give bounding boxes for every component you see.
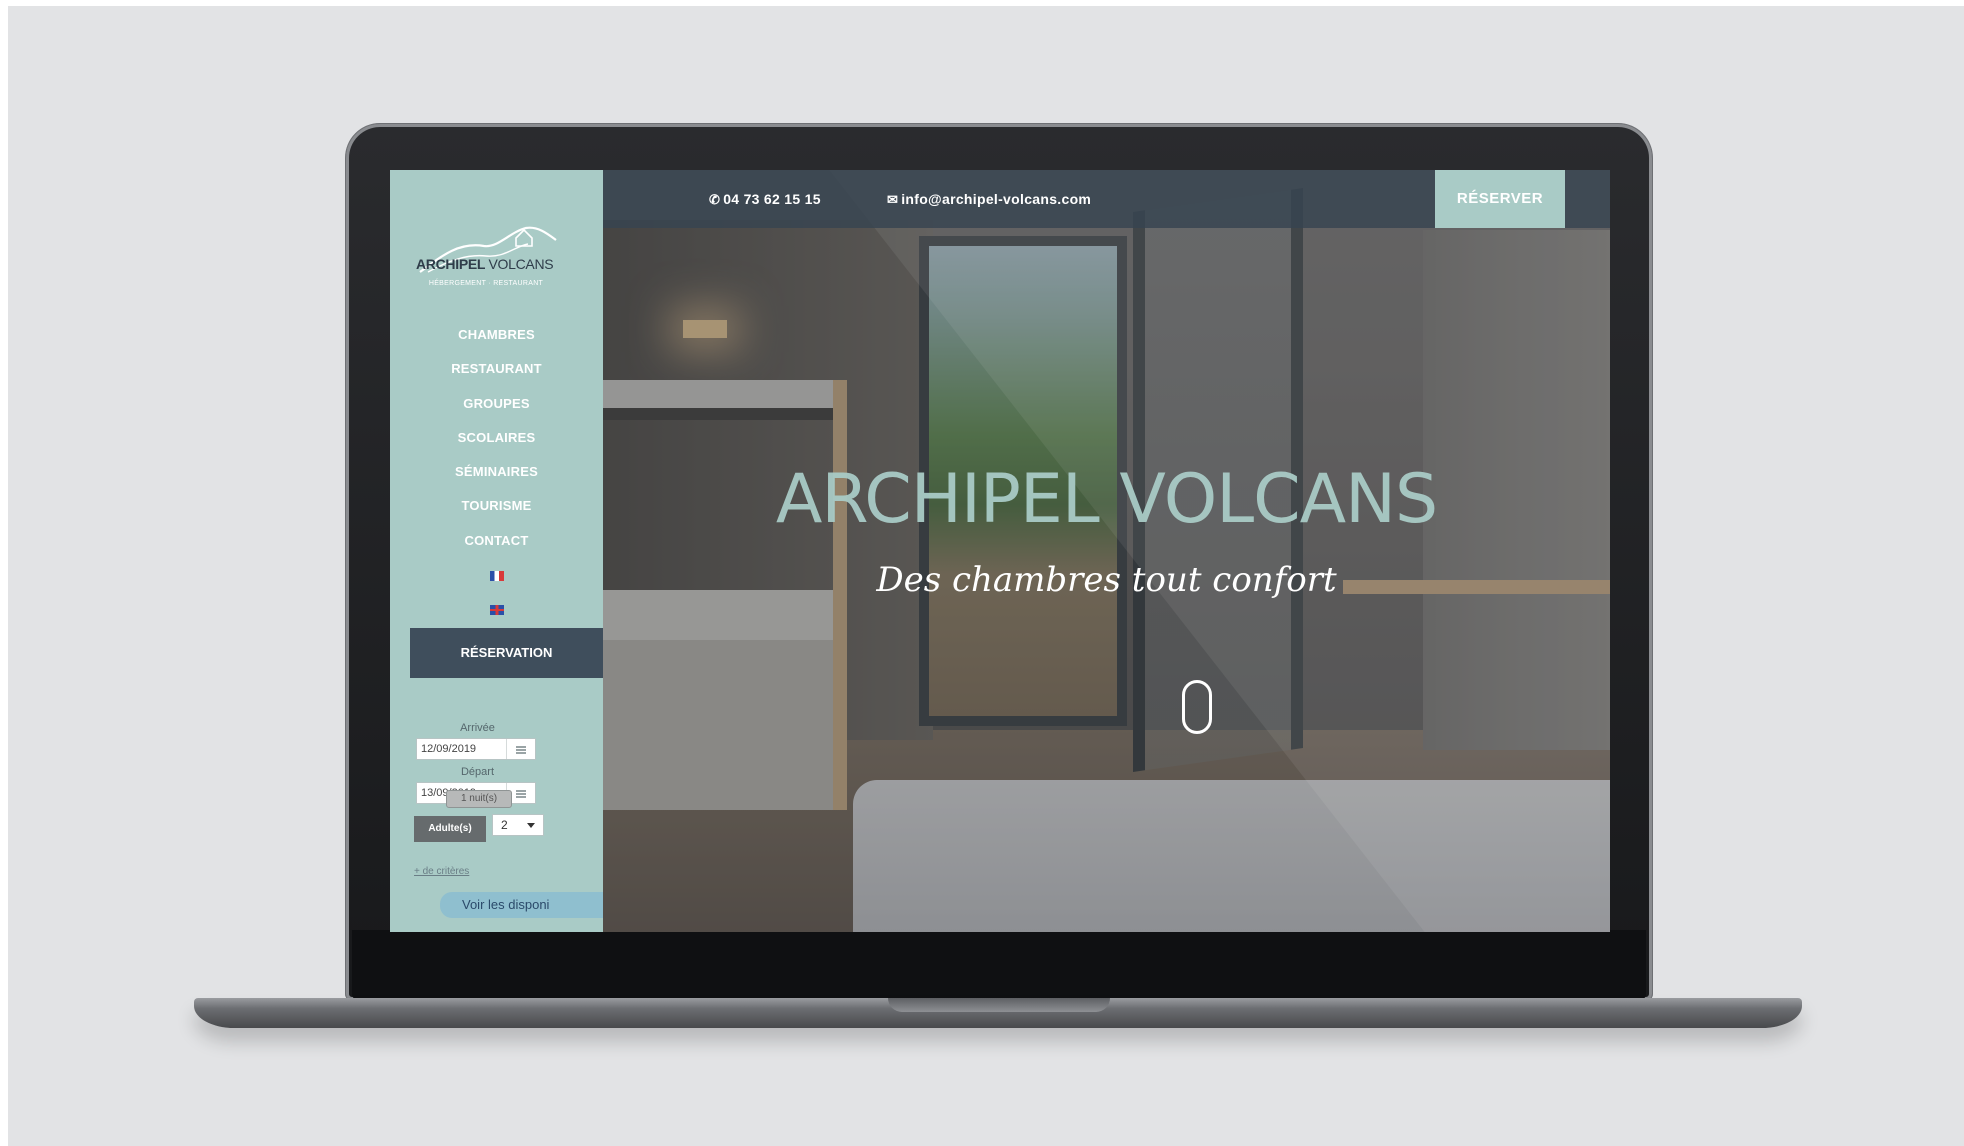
phone-icon: ✆ [709,192,721,207]
main-nav: CHAMBRES RESTAURANT GROUPES SCOLAIRES SÉ… [390,318,603,627]
arrival-label: Arrivée [460,722,495,734]
departure-label: Départ [460,766,495,778]
flag-en-icon [489,604,504,615]
more-criteria-link[interactable]: + de critères [414,866,469,877]
nights-count: 1 nuit(s) [446,790,512,808]
mouse-scroll-icon[interactable] [1182,680,1212,734]
phone-link[interactable]: ✆ 04 73 62 15 15 [709,170,821,228]
book-button[interactable]: RÉSERVER [1435,170,1565,228]
language-fr[interactable] [390,558,603,592]
brand-tagline: HÉBERGEMENT · RESTAURANT [428,280,544,287]
reservation-title: RÉSERVATION [410,628,603,678]
nav-item-contact[interactable]: CONTACT [390,524,603,558]
adults-value: 2 [501,818,508,832]
check-availability-button[interactable]: Voir les disponi [440,892,603,918]
brand-name-light: VOLCANS [488,256,554,272]
flag-fr-icon [489,570,504,581]
top-bar: ✆ 04 73 62 15 15 ✉ info@archipel-volcans.c… [603,170,1610,228]
hero-section: ✆ 04 73 62 15 15 ✉ info@archipel-volcans.c… [603,170,1610,932]
brand-name-bold: ARCHIPEL [416,256,485,272]
envelope-icon: ✉ [887,192,899,207]
laptop-bezel [352,930,1646,1000]
phone-number: 04 73 62 15 15 [723,191,821,207]
sidebar: ARCHIPEL VOLCANS HÉBERGEMENT · RESTAURAN… [390,170,603,932]
hero-title: ARCHIPEL VOLCANS [775,460,1438,539]
nav-item-groupes[interactable]: GROUPES [390,387,603,421]
email-link[interactable]: ✉ info@archipel-volcans.com [887,170,1091,228]
nav-item-chambres[interactable]: CHAMBRES [390,318,603,352]
brand-name[interactable]: ARCHIPEL VOLCANS [416,256,556,272]
adults-label: Adulte(s) [414,816,486,842]
email-address: info@archipel-volcans.com [901,191,1092,207]
arrival-date-input[interactable]: 12/09/2019 [416,738,536,760]
nav-item-seminaires[interactable]: SÉMINAIRES [390,455,603,489]
arrival-date-value: 12/09/2019 [421,743,477,755]
hero-subtitle: Des chambres tout confort [876,560,1337,600]
adults-select[interactable]: 2 [492,814,544,836]
nav-item-restaurant[interactable]: RESTAURANT [390,352,603,386]
language-en[interactable] [390,592,603,626]
calendar-icon[interactable] [506,739,535,759]
nav-item-tourisme[interactable]: TOURISME [390,489,603,523]
nav-item-scolaires[interactable]: SCOLAIRES [390,421,603,455]
laptop-notch [888,998,1110,1012]
laptop-screen: ARCHIPEL VOLCANS HÉBERGEMENT · RESTAURAN… [390,170,1610,932]
chevron-down-icon [527,823,535,828]
